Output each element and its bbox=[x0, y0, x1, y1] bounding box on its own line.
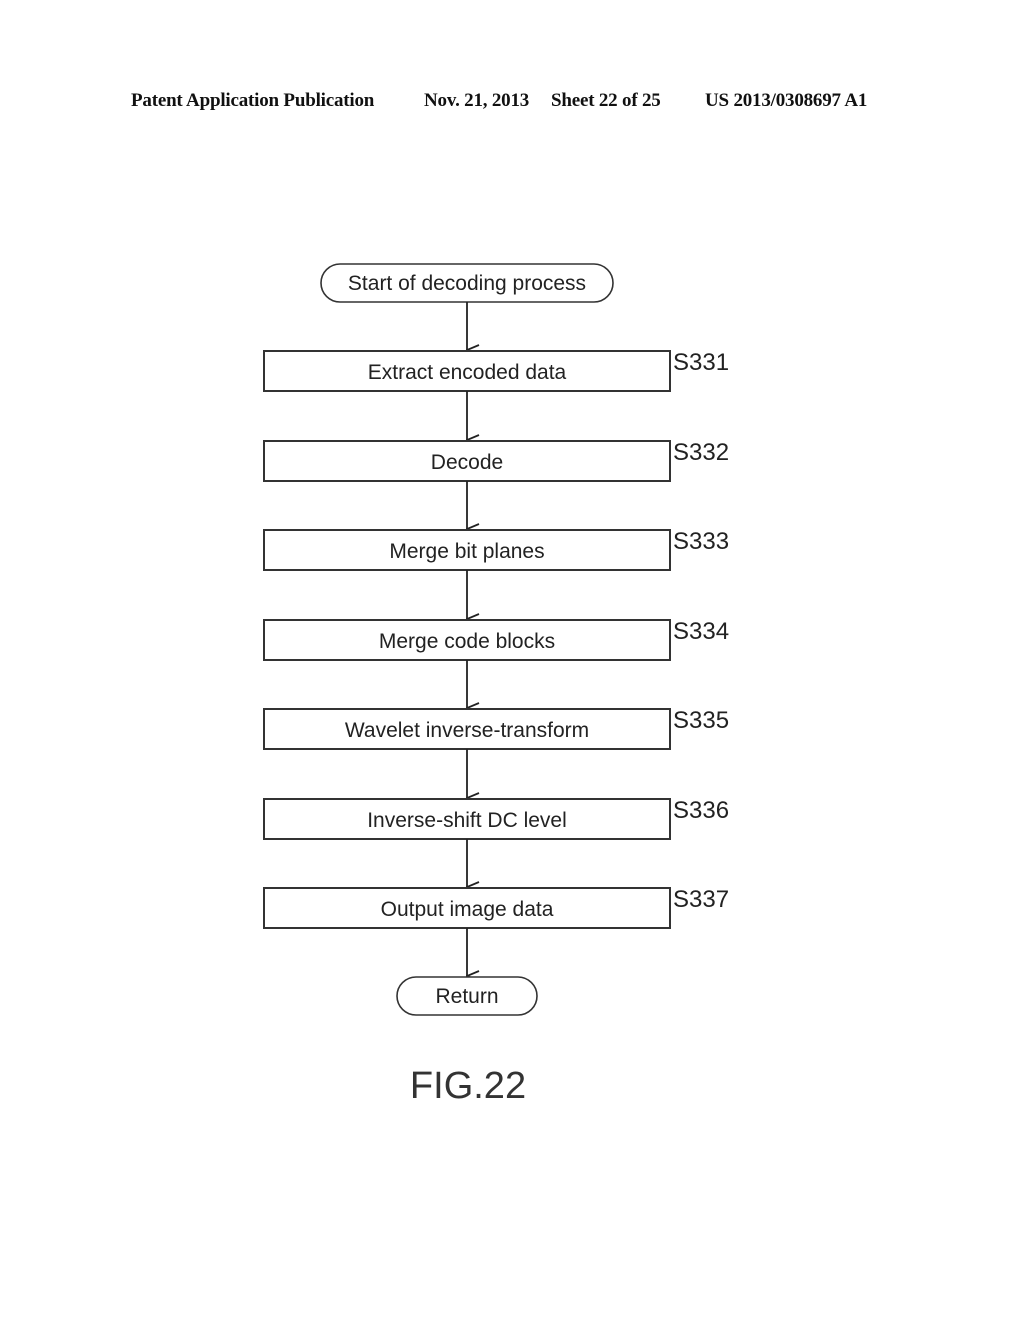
flowchart: Start of decoding process Extract encode… bbox=[263, 263, 729, 1107]
process-box-label: Inverse-shift DC level bbox=[367, 809, 567, 832]
step-number-label: S331 bbox=[673, 349, 729, 376]
return-terminal-label: Return bbox=[435, 985, 498, 1008]
figure-label: FIG.22 bbox=[410, 1065, 526, 1107]
step-number-label: S335 bbox=[673, 707, 729, 734]
step-number-label: S334 bbox=[673, 618, 729, 645]
process-box-label: Wavelet inverse-transform bbox=[345, 719, 589, 742]
process-box-label: Merge code blocks bbox=[379, 630, 555, 653]
step-number-label: S332 bbox=[673, 439, 729, 466]
step-number-label: S333 bbox=[673, 528, 729, 555]
step-number-label: S336 bbox=[673, 797, 729, 824]
process-box-label: Output image data bbox=[381, 898, 554, 921]
process-box-label: Extract encoded data bbox=[368, 361, 567, 384]
process-box-label: Merge bit planes bbox=[389, 540, 544, 563]
start-terminal-label: Start of decoding process bbox=[348, 272, 586, 295]
step-number-label: S337 bbox=[673, 886, 729, 913]
process-box-label: Decode bbox=[431, 451, 503, 474]
